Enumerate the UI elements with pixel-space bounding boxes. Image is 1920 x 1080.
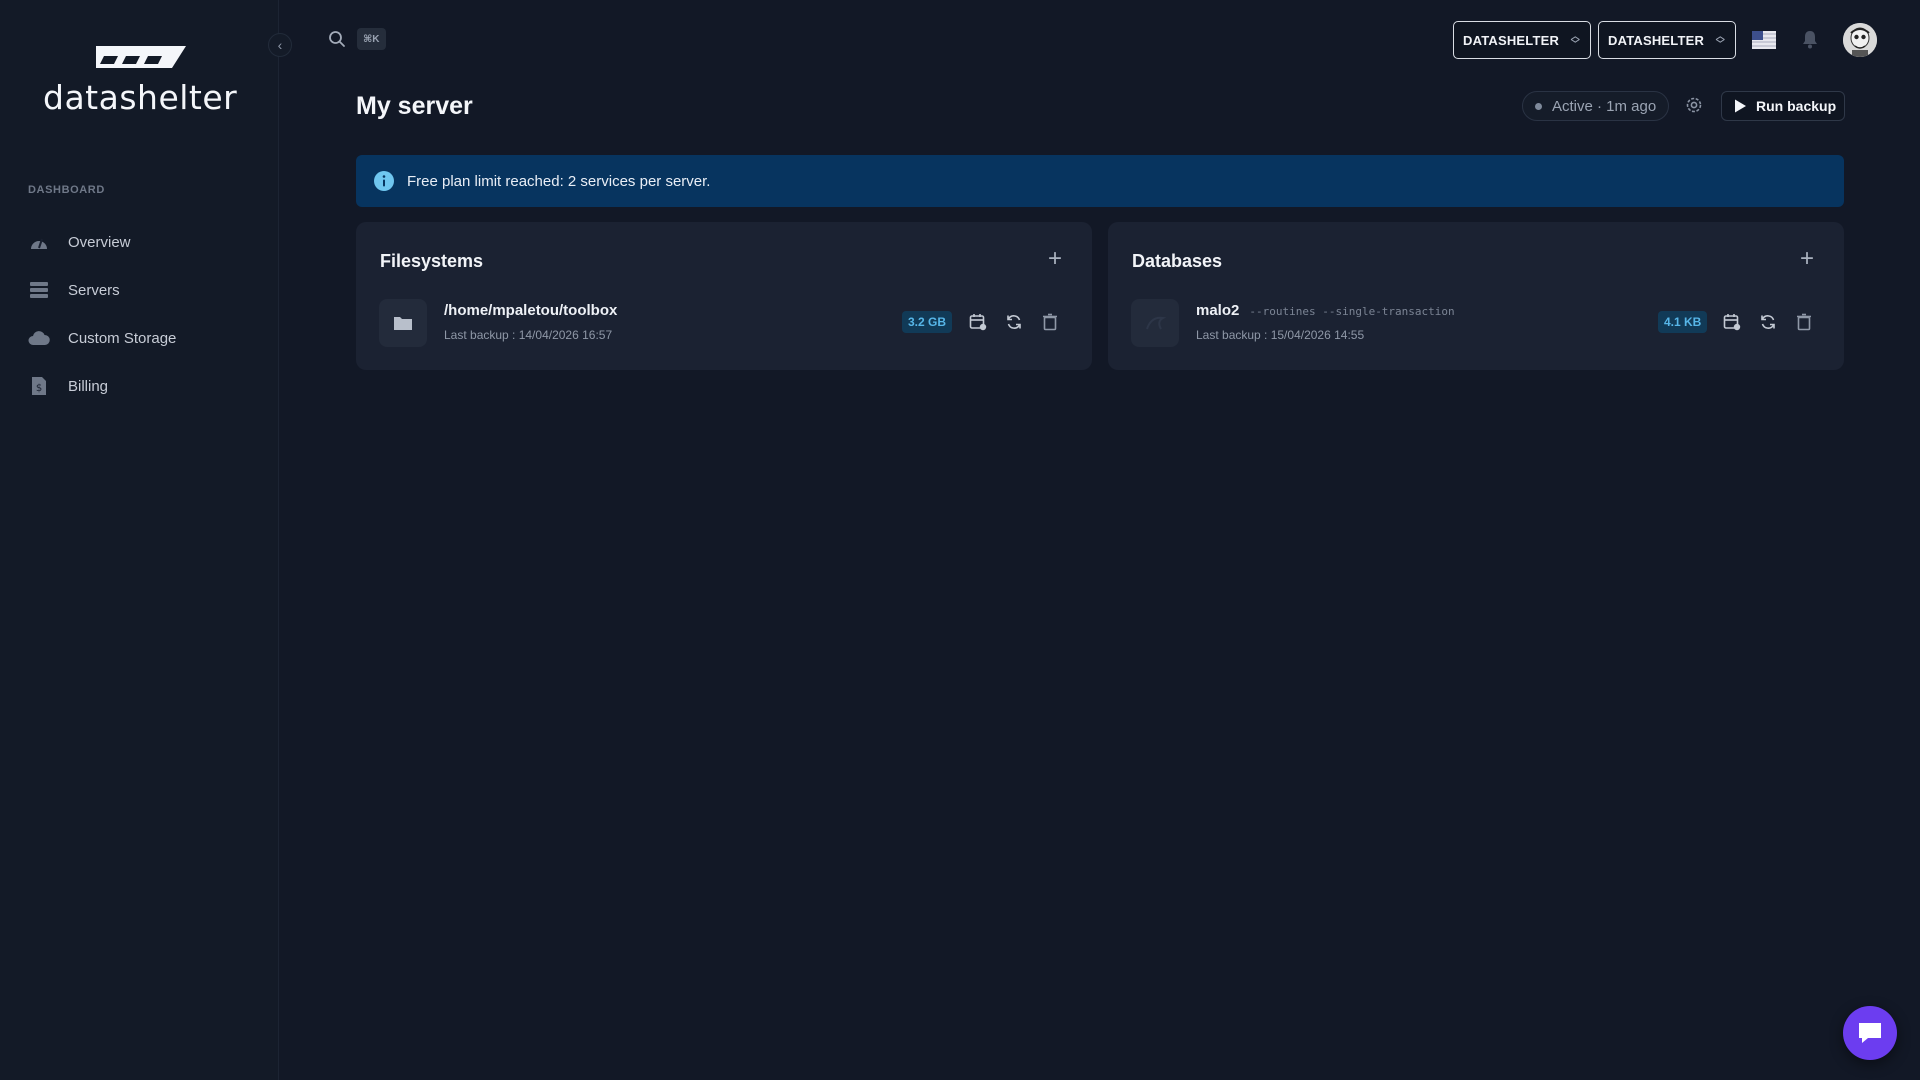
filesystem-path[interactable]: /home/mpaletou/toolbox <box>444 302 617 319</box>
filesystem-item-tile <box>379 299 427 347</box>
filesystems-title: Filesystems <box>380 251 484 271</box>
page-title: My server <box>356 92 473 120</box>
cloud-icon <box>28 328 50 348</box>
filesystem-path-text: /home/mpaletou/toolbox <box>444 302 618 319</box>
status-dot-icon <box>1535 102 1542 110</box>
sidebar-item-label: Servers <box>68 281 120 299</box>
server-status-text: Active · 1m ago <box>1552 97 1657 115</box>
refresh-icon <box>1761 315 1775 329</box>
play-icon <box>1735 99 1746 113</box>
run-backup-button[interactable]: Run backup <box>1721 91 1845 121</box>
chevron-left-icon: ‹ <box>277 37 283 53</box>
chevron-up-down-icon: ︿ ﹀ <box>1570 31 1580 49</box>
databases-card: Databases + malo2 --routines --single-tr… <box>1108 222 1844 370</box>
search-shortcut-hint: ⌘K <box>357 28 386 50</box>
delete-database-button[interactable] <box>1794 312 1814 332</box>
brand-name: datashelter <box>43 78 238 117</box>
calendar-clock-icon <box>969 314 987 331</box>
sidebar-item-billing[interactable]: $ Billing <box>28 362 258 410</box>
schedule-backup-button[interactable] <box>968 312 988 332</box>
sidebar: datashelter DASHBOARD Overview Servers C… <box>0 0 279 1080</box>
plan-limit-text: Free plan limit reached: 2 services per … <box>407 172 711 190</box>
chat-launcher-button[interactable] <box>1843 1006 1897 1060</box>
chat-bubble-icon <box>1859 1023 1881 1043</box>
database-item-tile <box>1131 299 1179 347</box>
brand-logo[interactable]: datashelter <box>43 42 239 117</box>
datashelter-logo-icon <box>96 46 186 68</box>
run-backup-label: Run backup <box>1756 98 1837 114</box>
sidebar-item-label: Custom Storage <box>68 329 177 347</box>
add-database-button[interactable]: + <box>1800 245 1814 273</box>
schedule-backup-button[interactable] <box>1722 312 1742 332</box>
plan-limit-banner: Free plan limit reached: 2 services per … <box>356 155 1844 207</box>
delete-filesystem-button[interactable] <box>1040 312 1060 332</box>
organization-select[interactable]: DATASHELTER ︿ ﹀ <box>1453 21 1591 59</box>
speedometer-icon <box>28 232 50 252</box>
plus-icon: + <box>1047 245 1062 272</box>
nav-section-label: DASHBOARD <box>28 184 105 196</box>
svg-text:$: $ <box>36 383 42 394</box>
us-flag-icon[interactable] <box>1752 31 1776 49</box>
sidebar-nav: Overview Servers Custom Storage $ Billin… <box>28 218 258 410</box>
restore-button[interactable] <box>1004 312 1024 332</box>
database-size-badge: 4.1 KB <box>1658 311 1708 333</box>
billing-icon: $ <box>28 376 50 396</box>
filesystem-size-badge: 3.2 GB <box>902 311 953 333</box>
folder-icon <box>394 317 412 330</box>
add-filesystem-button[interactable]: + <box>1048 245 1062 273</box>
sidebar-item-servers[interactable]: Servers <box>28 266 258 314</box>
restore-button[interactable] <box>1758 312 1778 332</box>
trash-icon <box>1043 313 1057 331</box>
search-icon[interactable] <box>328 30 346 48</box>
organization-select-value: DATASHELTER <box>1463 32 1560 48</box>
sidebar-item-label: Overview <box>68 233 131 251</box>
filesystem-last-backup: Last backup : 14/04/2026 16:57 <box>444 328 613 342</box>
gear-icon[interactable] <box>1684 95 1704 115</box>
info-icon <box>374 171 394 191</box>
sidebar-item-overview[interactable]: Overview <box>28 218 258 266</box>
project-select[interactable]: DATASHELTER ︿ ﹀ <box>1598 21 1736 59</box>
mysql-logo-icon <box>1146 316 1166 330</box>
bell-icon[interactable] <box>1801 29 1819 49</box>
database-name[interactable]: malo2 --routines --single-transaction <box>1196 302 1455 319</box>
trash-icon <box>1797 313 1811 331</box>
server-stack-icon <box>28 280 50 300</box>
avatar-illustration-icon <box>1843 23 1877 57</box>
database-name-text: malo2 <box>1196 302 1240 319</box>
sidebar-item-custom-storage[interactable]: Custom Storage <box>28 314 258 362</box>
chevron-up-down-icon: ︿ ﹀ <box>1715 31 1725 49</box>
filesystems-card: Filesystems + /home/mpaletou/toolbox Las… <box>356 222 1092 370</box>
database-dump-flags: --routines --single-transaction <box>1249 305 1455 318</box>
sidebar-collapse-button[interactable]: ‹ <box>268 33 292 57</box>
calendar-clock-icon <box>1723 314 1741 331</box>
refresh-icon <box>1007 315 1021 329</box>
database-last-backup: Last backup : 15/04/2026 14:55 <box>1196 328 1365 342</box>
plus-icon: + <box>1799 245 1814 272</box>
sidebar-item-label: Billing <box>68 377 109 395</box>
server-status-badge: Active · 1m ago <box>1522 91 1670 121</box>
project-select-value: DATASHELTER <box>1608 32 1705 48</box>
databases-title: Databases <box>1132 251 1223 271</box>
user-avatar[interactable] <box>1843 23 1877 57</box>
